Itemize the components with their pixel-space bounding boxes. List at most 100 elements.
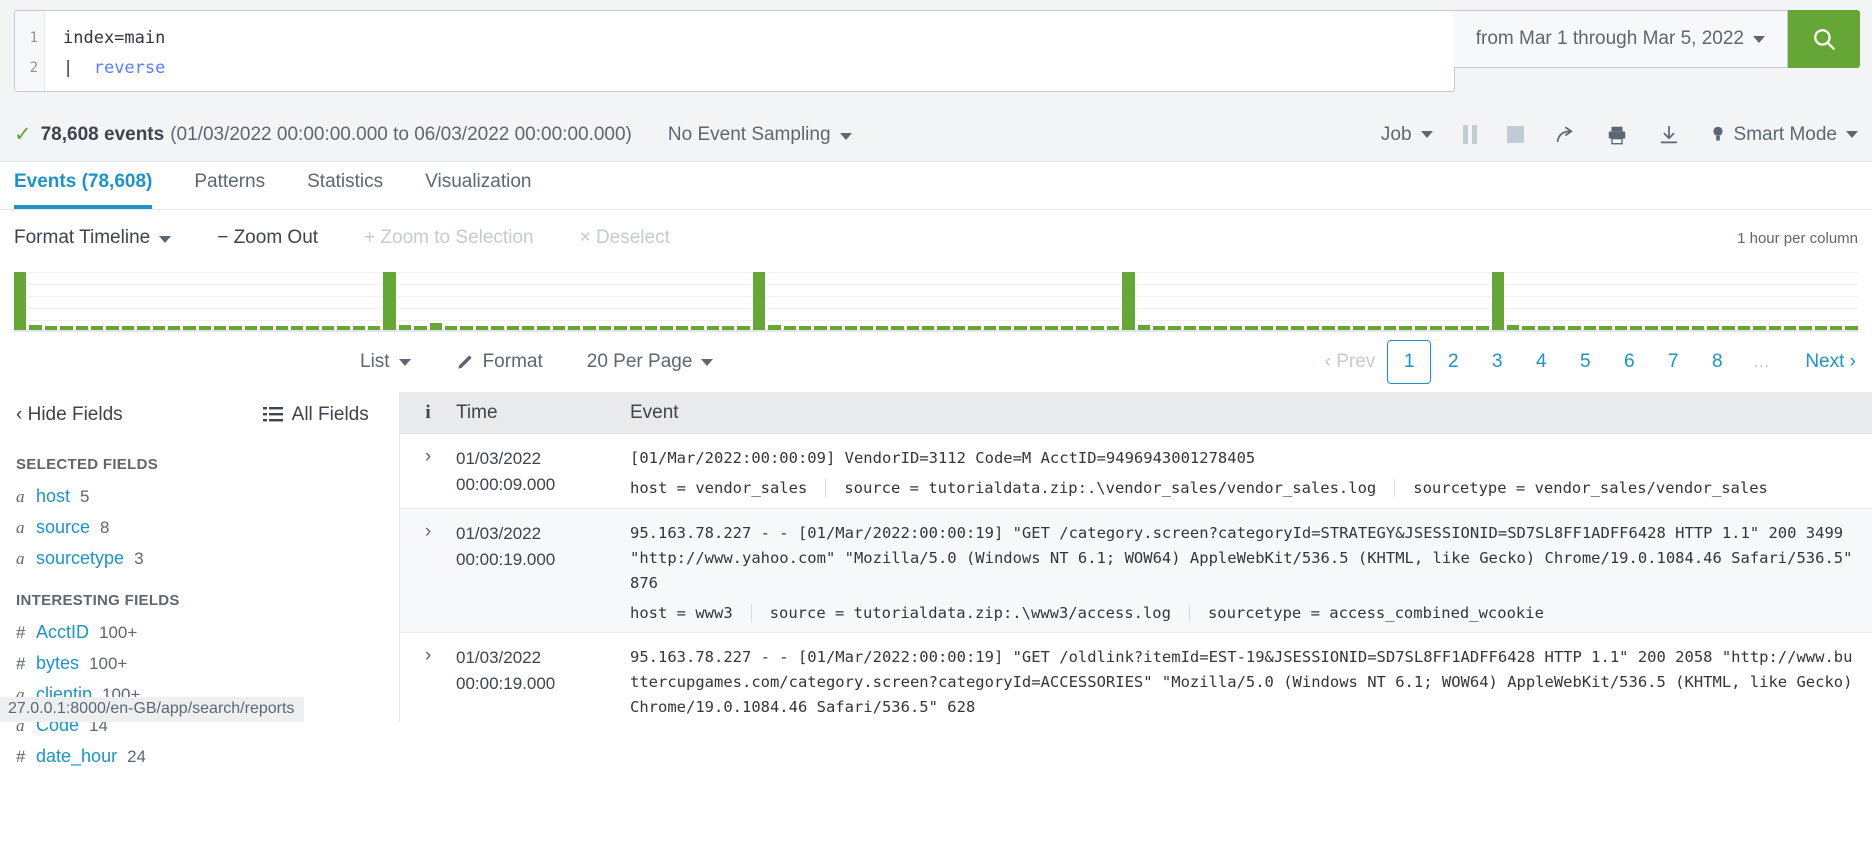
timeline-bar[interactable]	[953, 326, 965, 330]
pagination-page-7[interactable]: 7	[1651, 341, 1695, 383]
timeline-bar[interactable]	[229, 326, 241, 330]
timeline-bar[interactable]	[199, 326, 211, 330]
timeline-bar[interactable]	[1661, 326, 1673, 330]
timeline-bar[interactable]	[707, 326, 719, 330]
time-range-picker[interactable]: from Mar 1 through Mar 5, 2022	[1454, 10, 1788, 68]
timeline-bar[interactable]	[60, 326, 72, 330]
pagination-page-2[interactable]: 2	[1431, 341, 1475, 383]
timeline-bar[interactable]	[1615, 326, 1627, 330]
timeline-bar[interactable]	[1753, 326, 1765, 330]
selected-field-source[interactable]: asource8	[16, 512, 383, 543]
column-header-event[interactable]: Event	[616, 402, 1872, 424]
per-page-dropdown[interactable]: 20 Per Page	[587, 351, 714, 373]
selected-field-sourcetype[interactable]: asourcetype3	[16, 543, 383, 574]
timeline-bar[interactable]	[1230, 326, 1242, 330]
timeline-bar[interactable]	[1261, 326, 1273, 330]
timeline-bar[interactable]	[1138, 325, 1150, 330]
format-results-button[interactable]: Format	[455, 351, 543, 373]
pagination-page-4[interactable]: 4	[1519, 341, 1563, 383]
timeline-bar[interactable]	[383, 272, 395, 330]
timeline-bar[interactable]	[91, 326, 103, 330]
timeline-bar[interactable]	[1168, 326, 1180, 330]
pagination-page-3[interactable]: 3	[1475, 341, 1519, 383]
pagination-page-8[interactable]: 8	[1695, 341, 1739, 383]
timeline-bar[interactable]	[122, 326, 134, 330]
timeline-bar[interactable]	[1368, 326, 1380, 330]
spl-query-editor[interactable]: 1 2 index=main | reverse	[14, 10, 1455, 92]
timeline-bar[interactable]	[1291, 326, 1303, 330]
hide-fields-button[interactable]: ‹ Hide Fields	[16, 404, 123, 426]
timeline-bar[interactable]	[1799, 326, 1811, 330]
timeline-bar[interactable]	[1461, 326, 1473, 330]
timeline-bar[interactable]	[599, 326, 611, 330]
pause-job-button[interactable]	[1463, 125, 1477, 144]
interesting-field-bytes[interactable]: #bytes100+	[16, 648, 383, 679]
timeline-bar[interactable]	[937, 326, 949, 330]
all-fields-button[interactable]: All Fields	[263, 404, 369, 426]
timeline-bar[interactable]	[1091, 326, 1103, 330]
interesting-field-date_hour[interactable]: #date_hour24	[16, 741, 383, 772]
timeline-bar[interactable]	[137, 326, 149, 330]
timeline-bar[interactable]	[1430, 326, 1442, 330]
list-view-dropdown[interactable]: List	[360, 351, 411, 373]
timeline-bar[interactable]	[553, 326, 565, 330]
timeline-bar[interactable]	[1538, 326, 1550, 330]
timeline-bar[interactable]	[353, 326, 365, 330]
timeline-bar[interactable]	[830, 326, 842, 330]
timeline-bar[interactable]	[660, 326, 672, 330]
timeline-bar[interactable]	[214, 326, 226, 330]
timeline-bar[interactable]	[1415, 326, 1427, 330]
timeline-bar[interactable]	[722, 326, 734, 330]
timeline-bar[interactable]	[614, 326, 626, 330]
timeline-bar[interactable]	[1815, 326, 1827, 330]
timeline-bar[interactable]	[1492, 272, 1504, 330]
timeline-bar[interactable]	[1476, 326, 1488, 330]
timeline-bar[interactable]	[876, 326, 888, 330]
timeline-bar[interactable]	[1522, 326, 1534, 330]
timeline-bar[interactable]	[1076, 326, 1088, 330]
metadata-field[interactable]: host = vendor_sales	[630, 479, 807, 497]
timeline-bar[interactable]	[676, 326, 688, 330]
chevron-right-icon[interactable]: ›	[400, 521, 456, 622]
timeline-bar[interactable]	[1276, 326, 1288, 330]
timeline-bar[interactable]	[1045, 326, 1057, 330]
timeline-bar[interactable]	[245, 326, 257, 330]
timeline-bar[interactable]	[1307, 326, 1319, 330]
timeline-bar[interactable]	[1245, 326, 1257, 330]
timeline-bar[interactable]	[1399, 326, 1411, 330]
job-dropdown[interactable]: Job	[1381, 124, 1433, 146]
timeline-bar[interactable]	[1707, 326, 1719, 330]
column-header-time[interactable]: Time	[456, 402, 616, 424]
timeline-bar[interactable]	[583, 326, 595, 330]
timeline-bar[interactable]	[106, 326, 118, 330]
pagination-page-1[interactable]: 1	[1387, 340, 1431, 384]
timeline-bar[interactable]	[860, 326, 872, 330]
timeline-bar[interactable]	[460, 326, 472, 330]
timeline-bar[interactable]	[522, 326, 534, 330]
timeline-bar[interactable]	[737, 326, 749, 330]
share-job-button[interactable]	[1554, 124, 1576, 146]
tab-patterns[interactable]: Patterns	[194, 171, 265, 209]
timeline-bar[interactable]	[168, 326, 180, 330]
timeline-bar[interactable]	[507, 326, 519, 330]
timeline-bar[interactable]	[29, 325, 41, 330]
timeline-bar[interactable]	[153, 326, 165, 330]
timeline-bar[interactable]	[399, 325, 411, 330]
selected-field-host[interactable]: ahost5	[16, 481, 383, 512]
stop-job-button[interactable]	[1507, 126, 1524, 143]
timeline-bar[interactable]	[1692, 326, 1704, 330]
events-timeline-chart[interactable]	[14, 270, 1858, 332]
timeline-bar[interactable]	[430, 323, 442, 330]
print-job-button[interactable]	[1606, 124, 1628, 146]
run-search-button[interactable]	[1788, 10, 1860, 68]
format-timeline-dropdown[interactable]: Format Timeline	[14, 227, 171, 249]
timeline-bar[interactable]	[753, 272, 765, 330]
metadata-field[interactable]: sourcetype = vendor_sales/vendor_sales	[1413, 479, 1768, 497]
timeline-bar[interactable]	[1030, 326, 1042, 330]
timeline-bar[interactable]	[1738, 326, 1750, 330]
timeline-bar[interactable]	[1645, 326, 1657, 330]
timeline-bar[interactable]	[1784, 326, 1796, 330]
timeline-bar[interactable]	[1845, 326, 1857, 330]
timeline-bar[interactable]	[1676, 326, 1688, 330]
timeline-bar[interactable]	[306, 326, 318, 330]
